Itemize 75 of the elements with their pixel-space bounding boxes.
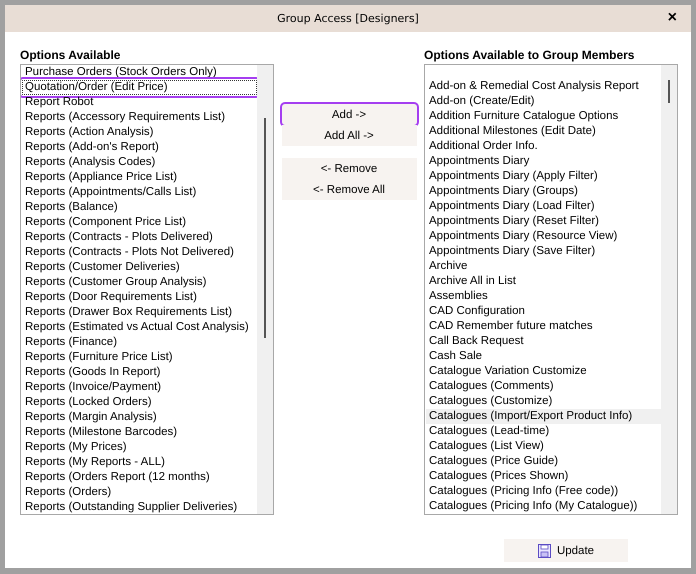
list-item[interactable]: Catalogues (Customize)	[426, 394, 661, 409]
options-list[interactable]	[20, 64, 274, 515]
list-item[interactable]: Add-on & Remedial Cost Analysis Report	[426, 79, 661, 94]
list-item[interactable]: Catalogues (Import/Export Product Info)	[426, 409, 661, 424]
list-item[interactable]: Reports (Invoice/Payment)	[22, 380, 257, 395]
list-item[interactable]: Reports (Accessory Requirements List)	[22, 110, 257, 125]
list-item[interactable]: Reports (My Prices)	[22, 440, 257, 455]
list-item[interactable]: Appointments Diary (Apply Filter)	[426, 169, 661, 184]
list-item[interactable]: Reports (Contracts - Plots Delivered)	[22, 230, 257, 245]
list-item[interactable]: Reports (Customer Group Analysis)	[22, 275, 257, 290]
list-item[interactable]: Catalogues (Lead-time)	[426, 424, 661, 439]
list-item[interactable]: Cash Sale	[426, 349, 661, 364]
list-item[interactable]: Reports (Appointments/Calls List)	[22, 185, 257, 200]
list-item[interactable]: Appointments Diary (Resource View)	[426, 229, 661, 244]
list-item[interactable]: Reports (Orders Report (12 months)	[22, 470, 257, 485]
list-item[interactable]: Addition Furniture Catalogue Options	[426, 109, 661, 124]
list-item[interactable]: Purchase Orders (Stock Orders Only)	[22, 65, 257, 80]
list-item[interactable]: Reports (Add-on's Report)	[22, 140, 257, 155]
list-item[interactable]: Assemblies	[426, 289, 661, 304]
list-item[interactable]: Appointments Diary (Reset Filter)	[426, 214, 661, 229]
list-item[interactable]: Catalogues (Prices Shown)	[426, 469, 661, 484]
list-item[interactable]: Catalogues (Pricing Info (Free code))	[426, 484, 661, 499]
list-item[interactable]: Reports (Goods In Report)	[22, 365, 257, 380]
list-item[interactable]: Reports (Finance)	[22, 335, 257, 350]
list-item[interactable]: Appointments Diary (Save Filter)	[426, 244, 661, 259]
list-item[interactable]: Call Back Request	[426, 334, 661, 349]
scrollbar[interactable]	[257, 65, 273, 514]
list-item[interactable]: Catalogues (Comments)	[426, 379, 661, 394]
list-item[interactable]: Reports (Locked Orders)	[22, 395, 257, 410]
transfer-button[interactable]: Add ->	[282, 104, 416, 125]
list-item[interactable]: Reports (Outstanding Supplier Deliveries)	[22, 500, 257, 514]
list-item[interactable]: Appointments Diary (Groups)	[426, 184, 661, 199]
list-item[interactable]: Reports (Component Price List)	[22, 215, 257, 230]
list-item[interactable]: Reports (Contracts - Plots Not Delivered)	[22, 245, 257, 260]
window-title: Group Access [Designers]	[277, 12, 419, 25]
update-button[interactable]: Update	[504, 539, 628, 562]
list-item[interactable]: Catalogues (Price Guide)	[426, 454, 661, 469]
list-item[interactable]: Archive All in List	[426, 274, 661, 289]
list-item[interactable]: Appointments Diary (Load Filter)	[426, 199, 661, 214]
list-item[interactable]: Reports (Orders)	[22, 485, 257, 500]
list-item[interactable]: Report Robot	[22, 95, 257, 110]
list-item[interactable]: Reports (Drawer Box Requirements List)	[22, 305, 257, 320]
transfer-button[interactable]: <- Remove	[282, 158, 416, 179]
transfer-button[interactable]: Add All ->	[282, 125, 416, 146]
list-item[interactable]: Reports (Margin Analysis)	[22, 410, 257, 425]
scroll-thumb[interactable]	[668, 80, 670, 103]
list-item[interactable]: Additional Milestones (Edit Date)	[426, 124, 661, 139]
list-item[interactable]: Reports (Milestone Barcodes)	[22, 425, 257, 440]
list-item[interactable]: Reports (Customer Deliveries)	[22, 260, 257, 275]
list-item[interactable]: CAD Remember future matches	[426, 319, 661, 334]
close-button[interactable]: ×	[666, 10, 679, 26]
list-item[interactable]: Reports (Estimated vs Actual Cost Analysis)	[22, 320, 257, 335]
list-item[interactable]: Reports (My Reports - ALL)	[22, 455, 257, 470]
list-item[interactable]: Catalogues (Pricing Info (My Catalogue))	[426, 499, 661, 514]
scrollbar[interactable]	[661, 65, 677, 514]
list-heading: Options Available	[20, 47, 122, 64]
list-item[interactable]: Catalogues (List View)	[426, 439, 661, 454]
save-icon	[538, 544, 551, 558]
list-item[interactable]: Reports (Action Analysis)	[22, 125, 257, 140]
list-item[interactable]: Additional Order Info.	[426, 139, 661, 154]
scroll-thumb[interactable]	[264, 118, 266, 338]
list-item[interactable]: CAD Configuration	[426, 304, 661, 319]
transfer-button[interactable]: <- Remove All	[282, 179, 416, 200]
list-item[interactable]: Reports (Furniture Price List)	[22, 350, 257, 365]
list-heading: Options Available to Group Members	[424, 47, 636, 64]
list-item[interactable]: Catalogue Variation Customize	[426, 364, 661, 379]
list-item[interactable]: Archive	[426, 259, 661, 274]
list-item[interactable]: Reports (Appliance Price List)	[22, 170, 257, 185]
list-item[interactable]: Quotation/Order (Edit Price)	[22, 80, 257, 95]
list-item[interactable]: Reports (Door Requirements List)	[22, 290, 257, 305]
list-item[interactable]: Reports (Analysis Codes)	[22, 155, 257, 170]
list-item[interactable]: Appointments Diary	[426, 154, 661, 169]
list-item[interactable]: Add-on (Create/Edit)	[426, 94, 661, 109]
options-list[interactable]	[424, 64, 678, 515]
list-item[interactable]: Reports (Balance)	[22, 200, 257, 215]
